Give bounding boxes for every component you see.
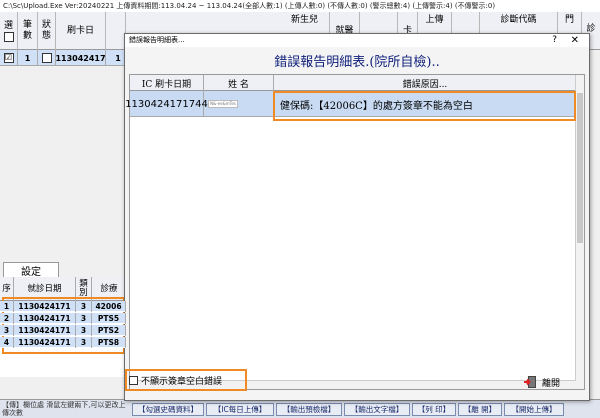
help-icon[interactable]: ? <box>552 34 557 47</box>
upload-app-window: C:\Sc\Upload.Exe Ver:20240221 上傳資料期間:113… <box>0 0 600 418</box>
export-precheck-button[interactable]: 【輸出預檢檔】 <box>276 403 342 416</box>
leave-label: 離開 <box>542 378 561 389</box>
sub-cell-code: PTS8 <box>92 337 126 348</box>
row-card-date: 113042417 <box>55 50 106 66</box>
error-report-dialog: 錯誤報告明細表... ? ✕ 錯誤報告明細表.(院所自檢).. IC 刷卡日期 … <box>124 33 590 401</box>
error-row[interactable]: 1130424171744 N&-ee&mTes 健保碼:【42006C】的處方… <box>125 91 576 117</box>
bottom-toolbar: 【傳】欄位處 滑鼠左鍵兩下,可以更改上傳次數 【勾選史碼資料】 【IC每日上傳】… <box>0 399 600 418</box>
sub-cell-date: 1130424171 <box>14 301 76 312</box>
hide-signature-checkbox[interactable] <box>129 375 138 385</box>
header-select[interactable]: 選 <box>0 12 18 50</box>
ic-daily-upload-button[interactable]: 【IC每日上傳】 <box>206 403 274 416</box>
row-checkbox[interactable]: ☑ <box>0 50 18 66</box>
scroll-thumb[interactable] <box>577 93 583 243</box>
table-row[interactable]: 4 1130424171 3 PTS8 <box>0 337 126 348</box>
header-visit-partial[interactable] <box>106 12 126 50</box>
grid-row[interactable]: ☑ 1 113042417 1 <box>0 50 130 66</box>
error-table: IC 刷卡日期 姓 名 錯誤原因... 1130424171744 N&-ee&… <box>125 74 585 390</box>
header-select-label: 選 <box>3 20 13 31</box>
sub-cell-seq: 4 <box>0 337 14 348</box>
sub-cell-seq: 3 <box>0 325 14 336</box>
sub-cell-date: 1130424171 <box>14 325 76 336</box>
hide-signature-label: 不顯示簽章空白錯誤 <box>141 376 223 387</box>
row-ic-date: 1130424171744 <box>125 91 208 117</box>
upload-count-help: 【傳】欄位處 滑鼠左鍵兩下,可以更改上傳次數 <box>2 401 126 417</box>
select-all-checkbox[interactable] <box>3 31 14 42</box>
table-row[interactable]: 1 1130424171 3 42006 <box>0 301 126 312</box>
vertical-scrollbar[interactable] <box>575 75 584 389</box>
row-status[interactable] <box>38 50 56 66</box>
print-button[interactable]: 【列 印】 <box>412 403 456 416</box>
col-reason[interactable]: 錯誤原因... <box>274 75 576 91</box>
start-upload-button[interactable]: 【開始上傳】 <box>504 403 564 416</box>
row-count: 1 <box>18 50 38 66</box>
table-row[interactable]: 3 1130424171 3 PTS2 <box>0 325 126 336</box>
sub-cell-date: 1130424171 <box>14 337 76 348</box>
tab-setting[interactable]: 設定 <box>3 262 59 278</box>
sub-header-seq[interactable]: 序 <box>0 277 14 301</box>
check-icon[interactable]: ☑ <box>3 53 14 63</box>
header-card-date[interactable]: 刷卡日 <box>56 12 106 50</box>
dialog-heading: 錯誤報告明細表.(院所自檢).. <box>274 55 440 70</box>
name-chip: N&-ee&mTes <box>208 100 238 108</box>
dialog-title: 錯誤報告明細表... <box>125 34 589 47</box>
close-icon[interactable]: ✕ <box>571 34 579 47</box>
error-table-header: IC 刷卡日期 姓 名 錯誤原因... <box>130 75 576 91</box>
exit-button[interactable]: 【離 開】 <box>458 403 502 416</box>
row-reason: 健保碼:【42006C】的處方簽章不能為空白 <box>280 100 473 112</box>
table-row[interactable]: 2 1130424171 3 PTS5 <box>0 313 126 324</box>
sub-header-type[interactable]: 類別 <box>76 277 92 301</box>
sub-cell-date: 1130424171 <box>14 313 76 324</box>
sub-cell-type: 3 <box>76 325 92 336</box>
header-status[interactable]: 狀 態 <box>38 12 56 50</box>
window-title: C:\Sc\Upload.Exe Ver:20240221 上傳資料期間:113… <box>0 0 600 12</box>
sub-cell-code: 42006 <box>92 301 126 312</box>
header-count[interactable]: 筆 數 <box>18 12 38 50</box>
col-name[interactable]: 姓 名 <box>204 75 274 91</box>
exit-door-icon <box>524 376 536 388</box>
sub-cell-type: 3 <box>76 337 92 348</box>
leave-button[interactable]: 離開 <box>523 373 577 391</box>
sub-cell-type: 3 <box>76 301 92 312</box>
hide-signature-error-option[interactable]: 不顯示簽章空白錯誤 <box>129 373 222 387</box>
row-name: N&-ee&mTes <box>204 91 274 117</box>
sub-header-date[interactable]: 就診日期 <box>14 277 76 301</box>
sub-cell-code: PTS2 <box>92 325 126 336</box>
sub-cell-type: 3 <box>76 313 92 324</box>
sub-table-header: 序 就診日期 類別 診療 <box>0 277 126 301</box>
status-checkbox[interactable] <box>41 53 52 63</box>
col-ic-date[interactable]: IC 刷卡日期 <box>130 75 204 91</box>
sub-cell-seq: 2 <box>0 313 14 324</box>
export-text-button[interactable]: 【輸出文字檔】 <box>344 403 410 416</box>
sub-cell-code: PTS5 <box>92 313 126 324</box>
sub-header-code[interactable]: 診療 <box>92 277 126 301</box>
select-history-button[interactable]: 【勾選史碼資料】 <box>132 403 204 416</box>
sub-cell-seq: 1 <box>0 301 14 312</box>
